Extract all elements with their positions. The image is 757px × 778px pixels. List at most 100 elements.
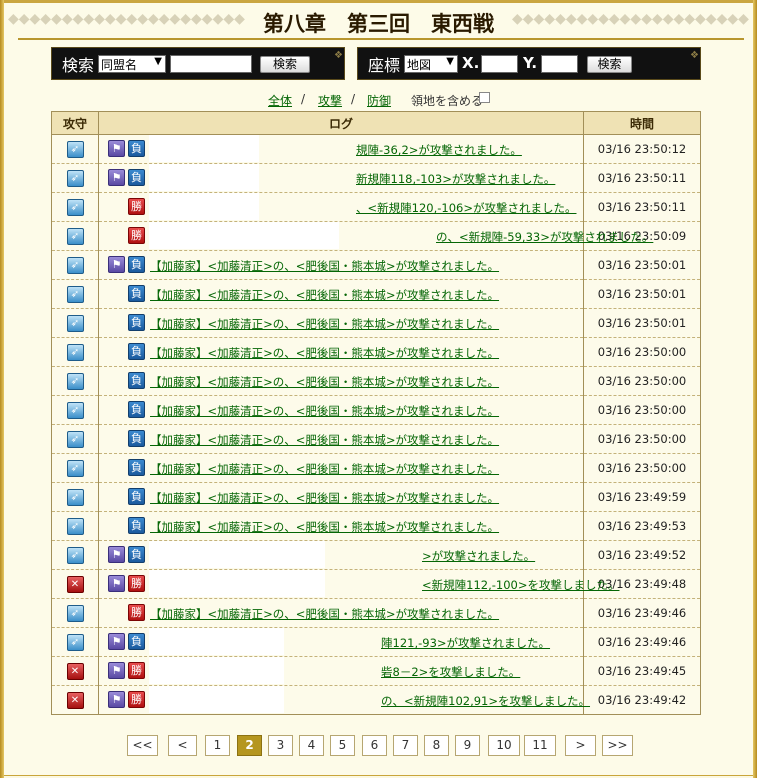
win-badge: 勝 (128, 198, 145, 215)
log-message-link[interactable]: の、<新規陣102,91>を攻撃しました。 (381, 693, 590, 709)
coord-map-select[interactable]: 地図 ▼ (404, 55, 458, 73)
log-cell: ⚑ 勝 <新規陣112,-100>を攻撃しました。 (98, 569, 619, 599)
filter-all-link[interactable]: 全体 (268, 92, 292, 109)
log-message-link[interactable]: 【加藤家】<加藤清正>の、<肥後国・熊本城>が攻撃されました。 (150, 403, 499, 419)
battle-log-table: 攻守 ログ 時間 ➶ ⚑ 負規陣-36,2>が攻撃されました。 03/16 23:50… (51, 111, 701, 715)
log-table-body: ➶ ⚑ 負規陣-36,2>が攻撃されました。 03/16 23:50:12 ➶ ⚑ 負 新規陣… (51, 134, 701, 715)
redacted-area (149, 570, 325, 597)
log-message-link[interactable]: 【加藤家】<加藤清正>の、<肥後国・熊本城>が攻撃されました。 (150, 606, 499, 622)
log-message-link[interactable]: 【加藤家】<加藤清正>の、<肥後国・熊本城>が攻撃されました。 (150, 432, 499, 448)
pager-last-button[interactable]: >> (602, 735, 633, 756)
log-message-link[interactable]: 新規陣118,-103>が攻撃されました。 (356, 171, 555, 187)
log-message-link[interactable]: >が攻撃されました。 (422, 548, 535, 564)
filter-defense-link[interactable]: 防御 (367, 92, 391, 109)
icon-glyph: ➶ (70, 549, 80, 561)
log-message-link[interactable]: 陣121,-93>が攻撃されました。 (381, 635, 550, 651)
filter-attack-link[interactable]: 攻撃 (318, 92, 342, 109)
defense-icon: ➶ (66, 459, 84, 477)
log-content: 負【加藤家】<加藤清正>の、<肥後国・熊本城>が攻撃されました。 (99, 309, 583, 337)
table-row: ➶ 勝 、<新規陣120,-106>が攻撃されました。 03/16 23:50:11 (51, 192, 701, 222)
pager-prev-button[interactable]: < (168, 735, 197, 756)
flag-icon: ⚑ (108, 662, 125, 679)
lose-badge: 負 (128, 517, 145, 534)
pager-first-button[interactable]: << (127, 735, 158, 756)
log-message-link[interactable]: 【加藤家】<加藤清正>の、<肥後国・熊本城>が攻撃されました。 (150, 258, 499, 274)
redacted-area (149, 222, 339, 249)
dropdown-arrow-icon: ▼ (154, 56, 162, 67)
frame-right-border (753, 0, 757, 778)
log-message-link[interactable]: 【加藤家】<加藤清正>の、<肥後国・熊本城>が攻撃されました。 (150, 345, 499, 361)
defense-icon: ➶ (66, 169, 84, 187)
pager-next-button[interactable]: > (565, 735, 596, 756)
pager-page-1[interactable]: 1 (205, 735, 230, 756)
log-time: 03/16 23:50:11 (583, 192, 701, 222)
log-cell: 負【加藤家】<加藤清正>の、<肥後国・熊本城>が攻撃されました。 (98, 453, 584, 483)
log-message-link[interactable]: 砦8－2>を攻撃しました。 (381, 664, 520, 680)
attack-defense-cell: ✕ (51, 569, 99, 599)
search-type-select[interactable]: 同盟名 ▼ (98, 55, 166, 73)
log-message-link[interactable]: 【加藤家】<加藤清正>の、<肥後国・熊本城>が攻撃されました。 (150, 287, 499, 303)
icon-glyph: ✕ (70, 665, 80, 677)
log-message-link[interactable]: 、<新規陣120,-106>が攻撃されました。 (356, 200, 576, 216)
log-content: ⚑ 負 規陣-36,2>が攻撃されました。 (99, 135, 583, 163)
pager-page-9[interactable]: 9 (455, 735, 480, 756)
defense-icon: ➶ (66, 314, 84, 332)
log-message-link[interactable]: の、<新規陣-59,33>が攻撃されました。 (436, 229, 653, 245)
attack-defense-cell: ➶ (51, 453, 99, 483)
log-message-link[interactable]: 【加藤家】<加藤清正>の、<肥後国・熊本城>が攻撃されました。 (150, 461, 499, 477)
table-row: ➶ 勝【加藤家】<加藤清正>の、<肥後国・熊本城>が攻撃されました。 03/16 2… (51, 598, 701, 628)
pager-page-10[interactable]: 10 (488, 735, 520, 756)
x-coordinate-input[interactable] (481, 55, 518, 73)
log-message-link[interactable]: 【加藤家】<加藤清正>の、<肥後国・熊本城>が攻撃されました。 (150, 490, 499, 506)
icon-glyph: ➶ (70, 201, 80, 213)
defense-icon: ➶ (66, 343, 84, 361)
redacted-area (149, 628, 284, 655)
log-time: 03/16 23:49:45 (583, 656, 701, 686)
defense-icon: ➶ (66, 198, 84, 216)
pager-page-4[interactable]: 4 (299, 735, 324, 756)
header-attack-defense: 攻守 (51, 111, 99, 135)
log-message-link[interactable]: 【加藤家】<加藤清正>の、<肥後国・熊本城>が攻撃されました。 (150, 519, 499, 535)
log-message-link[interactable]: 【加藤家】<加藤清正>の、<肥後国・熊本城>が攻撃されました。 (150, 374, 499, 390)
table-row: ➶ ⚑ 負 規陣-36,2>が攻撃されました。 03/16 23:50:12 (51, 134, 701, 164)
pager-page-8[interactable]: 8 (424, 735, 449, 756)
search-button[interactable]: 検索 (260, 56, 310, 73)
search-label: 検索 (62, 56, 95, 75)
pager-page-7[interactable]: 7 (393, 735, 418, 756)
pager-page-3[interactable]: 3 (268, 735, 293, 756)
icon-glyph: ➶ (70, 607, 80, 619)
pager-page-6[interactable]: 6 (362, 735, 387, 756)
table-row: ✕ ⚑ 勝 砦8－2>を攻撃しました。 03/16 23:49:45 (51, 656, 701, 686)
table-row: ➶ ⚑ 負 陣121,-93>が攻撃されました。 03/16 23:49:46 (51, 627, 701, 657)
attack-defense-cell: ➶ (51, 279, 99, 309)
flag-icon: ⚑ (108, 633, 125, 650)
attack-defense-cell: ➶ (51, 221, 99, 251)
attack-defense-cell: ➶ (51, 308, 99, 338)
log-message-link[interactable]: <新規陣112,-100>を攻撃しました。 (422, 577, 619, 593)
lose-badge: 負 (128, 430, 145, 447)
coord-search-button[interactable]: 検索 (587, 56, 632, 73)
log-time: 03/16 23:50:00 (583, 395, 701, 425)
icon-glyph: ➶ (70, 172, 80, 184)
defense-icon: ➶ (66, 430, 84, 448)
lose-badge: 負 (128, 169, 145, 186)
log-content: 負【加藤家】<加藤清正>の、<肥後国・熊本城>が攻撃されました。 (99, 512, 583, 540)
icon-glyph: ➶ (70, 288, 80, 300)
log-cell: 負【加藤家】<加藤清正>の、<肥後国・熊本城>が攻撃されました。 (98, 337, 584, 367)
log-message-link[interactable]: 【加藤家】<加藤清正>の、<肥後国・熊本城>が攻撃されました。 (150, 316, 499, 332)
icon-glyph: ✕ (70, 578, 80, 590)
y-coordinate-input[interactable] (541, 55, 578, 73)
defense-icon: ➶ (66, 372, 84, 390)
search-input[interactable] (170, 55, 252, 73)
log-message-link[interactable]: 規陣-36,2>が攻撃されました。 (356, 142, 522, 158)
defense-icon: ➶ (66, 604, 84, 622)
log-time: 03/16 23:50:00 (583, 366, 701, 396)
include-territory-checkbox[interactable] (479, 92, 490, 103)
pager-page-11[interactable]: 11 (524, 735, 556, 756)
lose-badge: 負 (128, 285, 145, 302)
log-cell: ⚑ 負 >が攻撃されました。 (98, 540, 584, 570)
log-cell: ⚑ 勝 の、<新規陣102,91>を攻撃しました。 (98, 685, 590, 715)
icon-glyph: ➶ (70, 317, 80, 329)
pager-page-2[interactable]: 2 (237, 735, 262, 756)
pager-page-5[interactable]: 5 (330, 735, 355, 756)
